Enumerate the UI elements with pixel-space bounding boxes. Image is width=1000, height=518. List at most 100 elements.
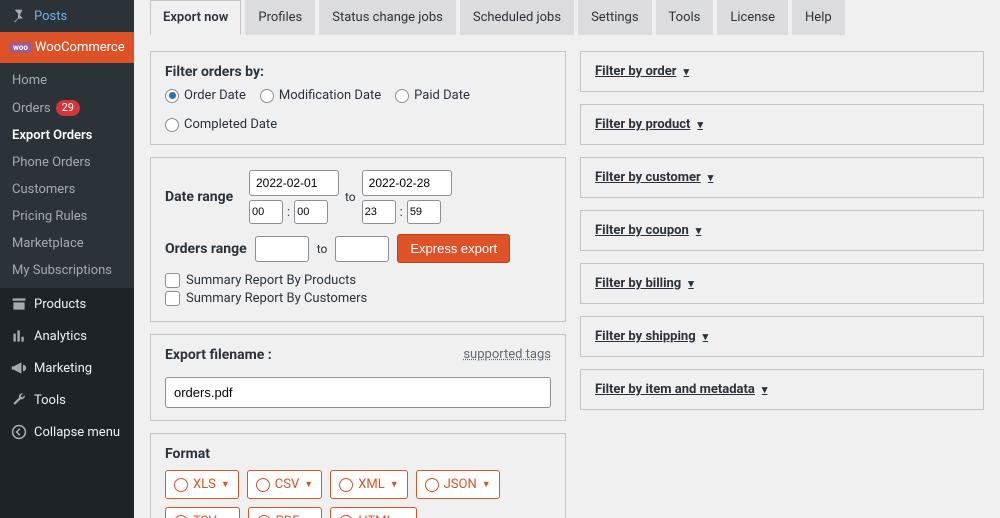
supported-tags-link[interactable]: supported tags [463, 347, 551, 362]
filename-input[interactable] [165, 377, 551, 408]
hour-to-input[interactable] [362, 200, 396, 224]
tab-license[interactable]: License [717, 0, 788, 35]
format-box: Format XLS▼ CSV▼ XML▼ JSON▼ TSV▼ PDF▼ HT… [150, 433, 566, 518]
megaphone-icon [10, 360, 28, 376]
format-pdf[interactable]: PDF▼ [248, 507, 323, 518]
radio-order-date[interactable]: Order Date [165, 88, 246, 103]
sub-item-pricing-rules[interactable]: Pricing Rules [0, 203, 134, 230]
check-summary-customers[interactable]: Summary Report By Customers [165, 291, 551, 306]
format-html[interactable]: HTML▼ [330, 507, 416, 518]
date-range-label: Date range [165, 189, 241, 205]
radio-icon [174, 515, 188, 518]
tab-help[interactable]: Help [792, 0, 845, 35]
radio-icon [174, 478, 188, 492]
tab-status-change-jobs[interactable]: Status change jobs [319, 0, 456, 35]
filename-label: Export filename : supported tags [165, 347, 551, 363]
radio-icon [257, 515, 271, 518]
sub-item-home[interactable]: Home [0, 67, 134, 94]
orders-count-badge: 29 [56, 100, 80, 116]
sub-item-phone-orders[interactable]: Phone Orders [0, 149, 134, 176]
date-to-input[interactable] [362, 170, 452, 196]
sidebar-label: Products [34, 297, 86, 312]
tab-profiles[interactable]: Profiles [245, 0, 315, 35]
sidebar-item-tools[interactable]: Tools [0, 384, 134, 416]
sidebar-item-posts[interactable]: Posts [0, 0, 134, 32]
sidebar-label: Tools [34, 393, 66, 408]
collapse-icon [10, 424, 28, 440]
format-tsv[interactable]: TSV▼ [165, 507, 240, 518]
checkbox-icon [165, 273, 180, 288]
check-summary-products[interactable]: Summary Report By Products [165, 273, 551, 288]
sidebar-label: Collapse menu [34, 425, 120, 440]
sidebar-label: Marketing [34, 361, 92, 376]
woocommerce-submenu: Home Orders 29 Export Orders Phone Order… [0, 63, 134, 288]
express-export-button[interactable]: Express export [397, 234, 510, 263]
sidebar-item-analytics[interactable]: Analytics [0, 320, 134, 352]
format-xml[interactable]: XML▼ [330, 470, 407, 499]
filter-by-item-metadata[interactable]: Filter by item and metadata [580, 369, 984, 410]
filter-by-customer[interactable]: Filter by customer [580, 157, 984, 198]
format-label: Format [165, 446, 551, 462]
minute-from-input[interactable] [294, 200, 328, 224]
radio-modification-date[interactable]: Modification Date [260, 88, 381, 103]
archive-icon [10, 296, 28, 312]
radio-icon [165, 118, 179, 132]
sidebar-item-marketing[interactable]: Marketing [0, 352, 134, 384]
sub-item-customers[interactable]: Customers [0, 176, 134, 203]
main-content: Export now Profiles Status change jobs S… [134, 0, 1000, 518]
filter-orders-box: Filter orders by: Order Date Modificatio… [150, 51, 566, 145]
sub-item-export-orders[interactable]: Export Orders [0, 122, 134, 149]
sub-item-orders[interactable]: Orders 29 [0, 94, 134, 122]
radio-icon [260, 89, 274, 103]
orders-to-input[interactable] [335, 236, 389, 262]
filter-by-shipping[interactable]: Filter by shipping [580, 316, 984, 357]
sidebar-label: Posts [34, 9, 67, 24]
checkbox-icon [165, 291, 180, 306]
format-xls[interactable]: XLS▼ [165, 470, 239, 499]
filter-by-product[interactable]: Filter by product [580, 104, 984, 145]
to-label: to [317, 242, 328, 256]
chevron-down-icon: ▼ [304, 479, 313, 490]
sub-item-marketplace[interactable]: Marketplace [0, 230, 134, 257]
sidebar-label: WooCommerce [35, 40, 125, 55]
admin-sidebar: Posts woo WooCommerce Home Orders 29 Exp… [0, 0, 134, 518]
chart-bar-icon [10, 328, 28, 344]
radio-completed-date[interactable]: Completed Date [165, 117, 277, 132]
filename-box: Export filename : supported tags [150, 334, 566, 421]
tab-tools[interactable]: Tools [656, 0, 714, 35]
format-csv[interactable]: CSV▼ [247, 470, 322, 499]
sidebar-item-collapse[interactable]: Collapse menu [0, 416, 134, 448]
range-box: Date range : to [150, 157, 566, 322]
minute-to-input[interactable] [407, 200, 441, 224]
radio-icon [165, 89, 179, 103]
filter-by-coupon[interactable]: Filter by coupon [580, 210, 984, 251]
radio-icon [256, 478, 270, 492]
to-label: to [345, 190, 356, 204]
chevron-down-icon: ▼ [221, 479, 230, 490]
tab-bar: Export now Profiles Status change jobs S… [150, 0, 984, 35]
orders-from-input[interactable] [255, 236, 309, 262]
chevron-down-icon: ▼ [390, 479, 399, 490]
radio-icon [339, 478, 353, 492]
pin-icon [10, 8, 28, 24]
sidebar-item-products[interactable]: Products [0, 288, 134, 320]
sub-item-my-subscriptions[interactable]: My Subscriptions [0, 257, 134, 284]
sidebar-item-woocommerce[interactable]: woo WooCommerce [0, 32, 134, 63]
tab-scheduled-jobs[interactable]: Scheduled jobs [460, 0, 574, 35]
radio-paid-date[interactable]: Paid Date [395, 88, 470, 103]
sidebar-label: Analytics [34, 329, 87, 344]
chevron-down-icon: ▼ [482, 479, 491, 490]
tab-settings[interactable]: Settings [578, 0, 651, 35]
filter-by-billing[interactable]: Filter by billing [580, 263, 984, 304]
format-json[interactable]: JSON▼ [416, 470, 500, 499]
date-from-input[interactable] [249, 170, 339, 196]
radio-icon [425, 478, 439, 492]
orders-range-label: Orders range [165, 241, 247, 257]
tab-export-now[interactable]: Export now [150, 0, 241, 35]
radio-icon [395, 89, 409, 103]
filter-orders-title: Filter orders by: [165, 64, 551, 80]
filter-by-order[interactable]: Filter by order [580, 51, 984, 92]
hour-from-input[interactable] [249, 200, 283, 224]
radio-icon [339, 515, 353, 518]
woocommerce-icon: woo [10, 42, 31, 53]
